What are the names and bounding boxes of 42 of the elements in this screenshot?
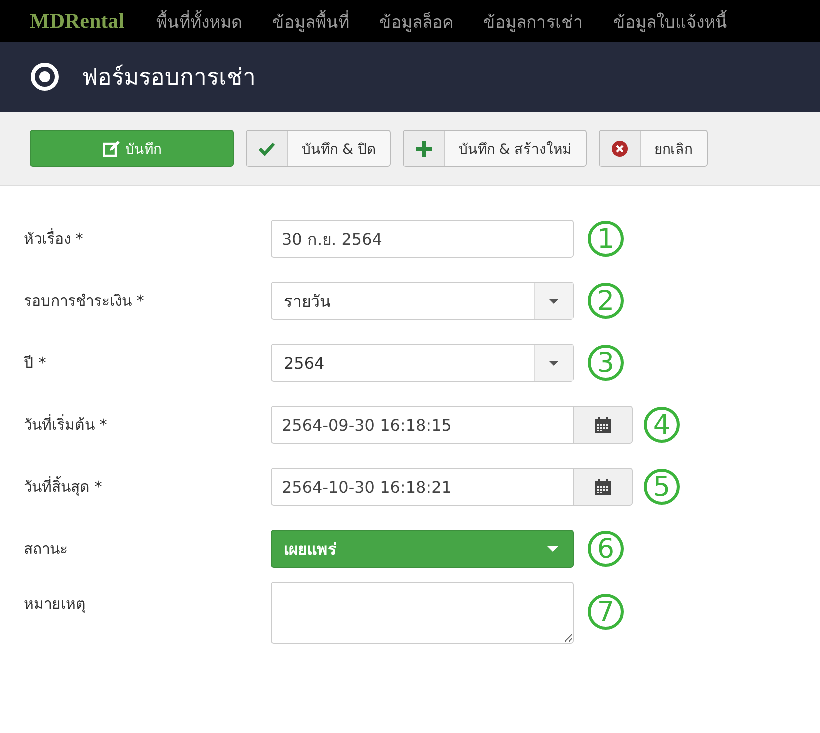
field-label: หัวเรื่อง * bbox=[24, 228, 84, 250]
caret-icon bbox=[549, 298, 559, 304]
date-field[interactable]: 2564-09-30 16:18:15 bbox=[271, 406, 574, 444]
field-label: ปี * bbox=[24, 353, 48, 374]
field-label: รอบการชำระเงิน * bbox=[24, 291, 146, 312]
number-marker: 2 bbox=[588, 283, 624, 319]
number-marker: 4 bbox=[644, 407, 680, 443]
date-field[interactable]: 2564-10-30 16:18:21 bbox=[271, 468, 574, 506]
brand-logo[interactable]: MDRental bbox=[30, 8, 124, 34]
calendar-icon bbox=[595, 417, 611, 433]
caret-icon bbox=[547, 546, 559, 552]
save-new-button[interactable]: บันทึก & สร้างใหม่ bbox=[402, 130, 587, 167]
field-label: หมายเหตุ bbox=[24, 594, 87, 616]
plus-icon bbox=[416, 140, 432, 156]
nav-link[interactable]: ข้อมูลล็อค bbox=[379, 8, 454, 34]
cancel-icon bbox=[612, 140, 628, 156]
field-label: วันที่เริ่มต้น * bbox=[24, 414, 108, 436]
dropdown[interactable]: รายวัน bbox=[271, 282, 574, 320]
cancel-button[interactable]: ยกเลิก bbox=[598, 130, 708, 167]
dropdown[interactable]: 2564 bbox=[271, 344, 574, 382]
calendar-icon bbox=[595, 479, 611, 495]
calendar-button[interactable] bbox=[574, 406, 633, 444]
edit-icon bbox=[102, 140, 120, 156]
number-marker: 5 bbox=[644, 469, 680, 505]
field-label: วันที่สิ้นสุด * bbox=[24, 475, 104, 498]
number-marker: 6 bbox=[588, 531, 624, 567]
notes-field[interactable] bbox=[271, 582, 574, 644]
nav-link[interactable]: พื้นที่ทั้งหมด bbox=[156, 8, 242, 34]
target-icon bbox=[30, 62, 60, 92]
text-field[interactable]: 30 ก.ย. 2564 bbox=[271, 220, 574, 258]
field-label: สถานะ bbox=[24, 539, 69, 560]
number-marker: 1 bbox=[588, 221, 624, 257]
number-marker: 3 bbox=[588, 345, 624, 381]
page-title: ฟอร์มรอบการเช่า bbox=[82, 64, 256, 93]
number-marker: 7 bbox=[588, 594, 624, 630]
nav-link[interactable]: ข้อมูลใบแจ้งหนี้ bbox=[613, 8, 728, 34]
nav-link[interactable]: ข้อมูลพื้นที่ bbox=[272, 8, 350, 34]
caret-icon bbox=[549, 360, 559, 366]
nav-link[interactable]: ข้อมูลการเช่า bbox=[483, 8, 584, 34]
check-icon bbox=[259, 140, 275, 156]
calendar-button[interactable] bbox=[574, 468, 633, 506]
save-close-button[interactable]: บันทึก & ปิด bbox=[246, 130, 391, 167]
